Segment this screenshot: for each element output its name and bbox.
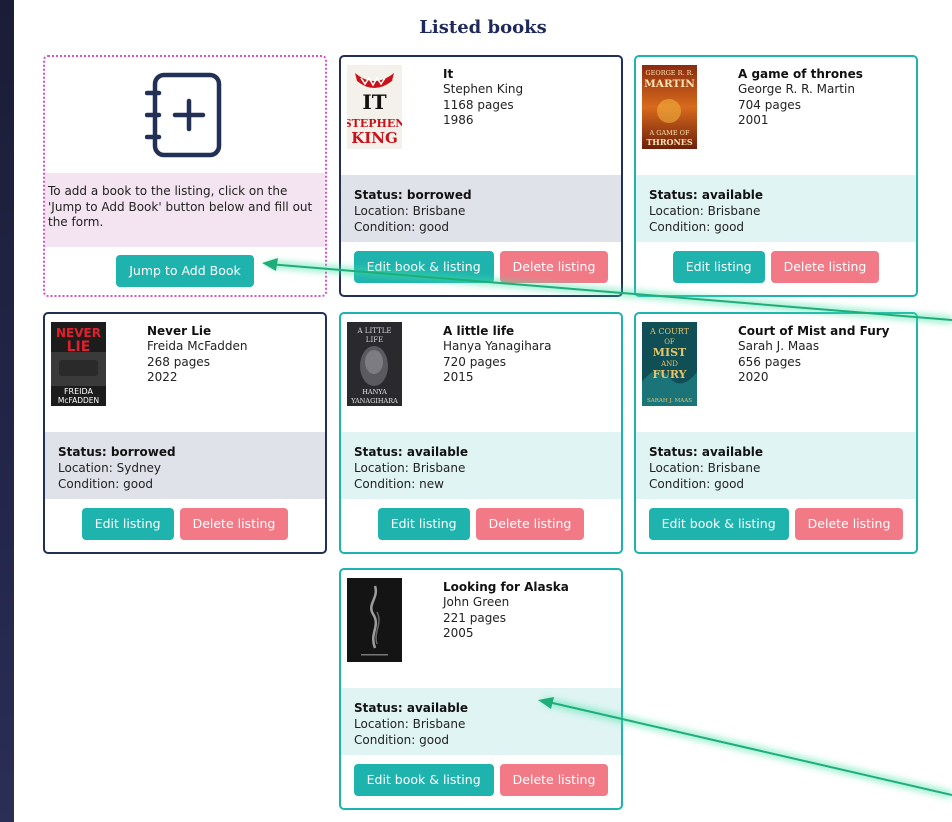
delete-listing-button[interactable]: Delete listing bbox=[499, 251, 609, 283]
book-title: Looking for Alaska bbox=[443, 580, 569, 594]
add-book-card: To add a book to the listing, click on t… bbox=[43, 55, 327, 297]
edit-listing-button[interactable]: Edit listing bbox=[672, 251, 765, 283]
cover-never-lie-title1: NEVER bbox=[56, 326, 101, 340]
book-title: A little life bbox=[443, 324, 515, 338]
cover-acomaf-4: AND bbox=[660, 360, 678, 368]
book-card-a-game-of-thrones: GEORGE R. R. MARTIN A GAME OF THRONES A … bbox=[634, 55, 918, 297]
book-year: 2022 bbox=[147, 370, 178, 384]
cover-got-author1: GEORGE R. R. bbox=[645, 69, 693, 77]
cover-acomaf-6: SARAH J. MAAS bbox=[647, 398, 692, 404]
book-pages: 221 pages bbox=[443, 610, 506, 625]
book-cover-it: IT STEPHEN KING bbox=[347, 65, 402, 149]
book-year: 2001 bbox=[738, 113, 769, 127]
cover-got-title2: THRONES bbox=[646, 137, 693, 147]
location-text: Location: Brisbane bbox=[354, 461, 466, 475]
status-text: Status: available bbox=[354, 445, 469, 459]
cover-got-title1: A GAME OF bbox=[649, 129, 690, 137]
status-text: Status: available bbox=[649, 445, 764, 459]
location-text: Location: Brisbane bbox=[649, 204, 761, 218]
listing-details: Status: available Location: Brisbane Con… bbox=[341, 432, 621, 499]
listing-details: Status: available Location: Brisbane Con… bbox=[341, 688, 621, 755]
condition-text: Condition: new bbox=[354, 477, 444, 491]
condition-text: Condition: good bbox=[58, 477, 154, 491]
delete-listing-button[interactable]: Delete listing bbox=[475, 508, 585, 540]
location-text: Location: Brisbane bbox=[354, 717, 466, 731]
book-title: A game of thrones bbox=[738, 67, 863, 81]
edit-book-listing-button[interactable]: Edit book & listing bbox=[353, 764, 494, 796]
cover-little-life-author1: HANYA bbox=[362, 388, 387, 396]
book-cover-a-game-of-thrones: GEORGE R. R. MARTIN A GAME OF THRONES bbox=[642, 65, 697, 149]
edit-book-listing-button[interactable]: Edit book & listing bbox=[648, 508, 789, 540]
book-author: Stephen King bbox=[443, 82, 524, 96]
cover-little-life-title1: A LITTLE bbox=[357, 327, 392, 335]
book-cover-never-lie: NEVER LIE FREIDA McFADDEN bbox=[51, 322, 106, 406]
listing-details: Status: available Location: Brisbane Con… bbox=[636, 432, 916, 499]
cover-acomaf-1: A COURT bbox=[649, 327, 690, 336]
book-year: 2020 bbox=[738, 370, 769, 384]
listing-details: Status: borrowed Location: Brisbane Cond… bbox=[341, 175, 621, 242]
book-cover-a-little-life: A LITTLE LIFE HANYA YANAGIHARA bbox=[347, 322, 402, 406]
book-title: It bbox=[443, 67, 454, 81]
book-card-looking-for-alaska: Looking for Alaska John Green 221 pages … bbox=[339, 568, 623, 810]
book-card-never-lie: NEVER LIE FREIDA McFADDEN Never Lie Frei… bbox=[43, 312, 327, 554]
page-title: Listed books bbox=[419, 17, 547, 38]
book-author: John Green bbox=[443, 595, 510, 609]
status-text: Status: borrowed bbox=[58, 445, 176, 459]
book-pages: 1168 pages bbox=[443, 97, 514, 112]
book-title: Court of Mist and Fury bbox=[738, 324, 890, 338]
delete-listing-button[interactable]: Delete listing bbox=[179, 508, 289, 540]
status-text: Status: available bbox=[649, 188, 764, 202]
cover-acomaf-3: MIST bbox=[653, 346, 687, 359]
edit-listing-button[interactable]: Edit listing bbox=[377, 508, 470, 540]
book-cover-looking-for-alaska bbox=[347, 578, 402, 662]
book-card-court-of-mist-and-fury: A COURT OF MIST AND FURY SARAH J. MAAS C… bbox=[634, 312, 918, 554]
cover-never-lie-author1: FREIDA bbox=[64, 387, 94, 396]
book-title: Never Lie bbox=[147, 324, 212, 338]
condition-text: Condition: good bbox=[649, 477, 745, 491]
cover-never-lie-author2: McFADDEN bbox=[58, 396, 99, 405]
book-pages: 704 pages bbox=[738, 97, 801, 112]
condition-text: Condition: good bbox=[354, 220, 450, 234]
book-year: 2015 bbox=[443, 370, 474, 384]
cover-never-lie-title2: LIE bbox=[67, 339, 91, 355]
add-book-instructions: To add a book to the listing, click on t… bbox=[45, 173, 325, 247]
book-pages: 268 pages bbox=[147, 354, 210, 369]
location-text: Location: Sydney bbox=[58, 461, 162, 475]
book-pages: 656 pages bbox=[738, 354, 801, 369]
book-author: Freida McFadden bbox=[147, 339, 248, 353]
book-cover-court-of-mist-and-fury: A COURT OF MIST AND FURY SARAH J. MAAS bbox=[642, 322, 697, 406]
cover-it-author2: KING bbox=[351, 129, 398, 147]
cover-acomaf-2: OF bbox=[664, 338, 675, 346]
listing-details: Status: available Location: Brisbane Con… bbox=[636, 175, 916, 242]
edit-listing-button[interactable]: Edit listing bbox=[81, 508, 174, 540]
cover-it-title: IT bbox=[362, 90, 386, 114]
cover-little-life-author2: YANAGIHARA bbox=[350, 397, 398, 405]
cover-got-author2: MARTIN bbox=[644, 78, 695, 90]
status-text: Status: available bbox=[354, 701, 469, 715]
book-author: Sarah J. Maas bbox=[738, 339, 820, 353]
add-book-icon bbox=[145, 72, 222, 158]
book-pages: 720 pages bbox=[443, 354, 506, 369]
cover-little-life-title2: LIFE bbox=[366, 336, 383, 344]
book-author: Hanya Yanagihara bbox=[443, 339, 552, 353]
delete-listing-button[interactable]: Delete listing bbox=[499, 764, 609, 796]
book-author: George R. R. Martin bbox=[738, 82, 855, 96]
condition-text: Condition: good bbox=[649, 220, 745, 234]
edit-book-listing-button[interactable]: Edit book & listing bbox=[353, 251, 494, 283]
book-card-a-little-life: A LITTLE LIFE HANYA YANAGIHARA A little … bbox=[339, 312, 623, 554]
book-card-it: IT STEPHEN KING It Stephen King 1168 pag… bbox=[339, 55, 623, 297]
location-text: Location: Brisbane bbox=[354, 204, 466, 218]
condition-text: Condition: good bbox=[354, 733, 450, 747]
book-year: 2005 bbox=[443, 626, 474, 640]
cover-acomaf-5: FURY bbox=[652, 368, 686, 381]
status-text: Status: borrowed bbox=[354, 188, 472, 202]
listing-details: Status: borrowed Location: Sydney Condit… bbox=[45, 432, 325, 499]
book-year: 1986 bbox=[443, 113, 474, 127]
delete-listing-button[interactable]: Delete listing bbox=[794, 508, 904, 540]
window-edge bbox=[0, 0, 14, 822]
delete-listing-button[interactable]: Delete listing bbox=[770, 251, 880, 283]
listed-books-page: Listed books To add a book to the listin… bbox=[14, 0, 952, 822]
location-text: Location: Brisbane bbox=[649, 461, 761, 475]
jump-to-add-book-button[interactable]: Jump to Add Book bbox=[116, 255, 254, 287]
